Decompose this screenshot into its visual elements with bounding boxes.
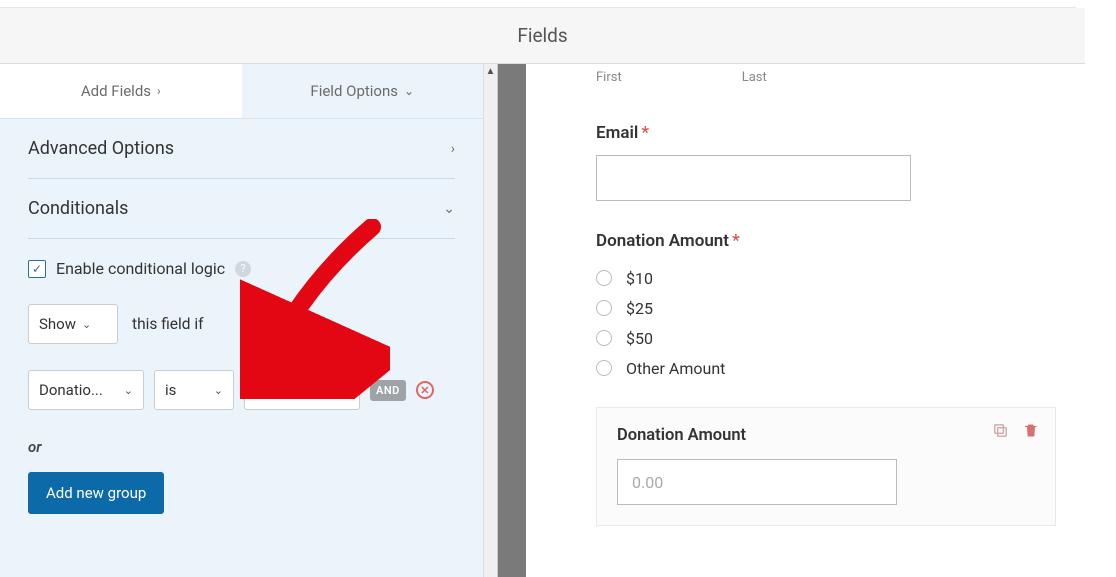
chevron-right-icon: › [451,141,455,157]
trash-icon[interactable] [1023,422,1039,444]
radio-option[interactable]: $50 [596,323,1096,353]
left-scrollbar[interactable]: ▲ [484,64,498,577]
donation-amount-label: Donation Amount* [596,231,1096,251]
page-header: Fields [0,8,1085,64]
tab-add-fields[interactable]: Add Fields › [0,64,242,118]
radio-option[interactable]: $25 [596,293,1096,323]
donation-amount-card[interactable]: Donation Amount 0.00 [596,407,1056,526]
select-value: Donatio... [39,381,103,399]
radio-option[interactable]: $10 [596,263,1096,293]
chevron-down-icon: ⌄ [214,384,223,397]
tab-label: Add Fields [81,82,151,100]
tab-label: Field Options [310,82,398,100]
chevron-right-icon: › [157,84,161,98]
tab-field-options[interactable]: Field Options ⌄ [242,64,484,118]
rule-value-select[interactable]: Other A... ⌄ [244,370,360,410]
amount-input[interactable]: 0.00 [617,459,897,505]
rule-field-select[interactable]: Donatio... ⌄ [28,370,144,410]
select-value: Other A... [255,381,317,399]
input-placeholder: 0.00 [632,473,663,492]
email-input[interactable] [596,155,911,201]
radio-label: Other Amount [626,359,725,378]
enable-conditional-label: Enable conditional logic [56,259,225,278]
radio-label: $25 [626,299,653,318]
select-value: is [165,381,176,399]
radio-icon [596,270,612,286]
radio-option[interactable]: Other Amount [596,353,1096,383]
rule-operator-select[interactable]: is ⌄ [154,370,234,410]
duplicate-icon[interactable] [992,422,1009,444]
chevron-down-icon: ⌄ [404,84,414,98]
radio-label: $10 [626,269,653,288]
action-select[interactable]: Show ⌄ [28,304,118,344]
chevron-down-icon: ⌄ [124,384,133,397]
email-label: Email* [596,123,1096,143]
select-value: Show [39,315,76,333]
first-name-sublabel: First [596,70,622,85]
delete-rule-button[interactable]: ✕ [416,381,434,399]
chevron-down-icon: ⌄ [340,384,349,397]
tabs: Add Fields › Field Options ⌄ [0,64,483,119]
required-marker: * [732,231,740,251]
required-marker: * [641,123,649,143]
last-name-sublabel: Last [742,70,767,85]
radio-label: $50 [626,329,653,348]
radio-icon [596,300,612,316]
chevron-down-icon: ⌄ [82,318,91,331]
help-icon[interactable]: ? [235,261,251,277]
button-label: Add new group [46,484,146,502]
scroll-up-icon[interactable]: ▲ [484,64,497,78]
action-suffix-text: this field if [132,315,204,333]
logic-and-badge[interactable]: AND [370,380,406,401]
or-label: or [28,438,455,456]
divider [498,64,526,577]
radio-icon [596,330,612,346]
chevron-down-icon: ⌄ [443,201,455,217]
page-title: Fields [517,24,567,47]
accordion-title: Advanced Options [28,138,174,159]
accordion-conditionals[interactable]: Conditionals ⌄ [28,179,455,239]
enable-conditional-checkbox[interactable]: ✓ [28,260,46,278]
radio-icon [596,360,612,376]
accordion-title: Conditionals [28,198,128,219]
accordion-advanced-options[interactable]: Advanced Options › [28,119,455,179]
add-new-group-button[interactable]: Add new group [28,472,164,514]
form-preview: First Last Email* Donation Amount* $10 [526,64,1116,577]
card-title: Donation Amount [617,426,1035,445]
